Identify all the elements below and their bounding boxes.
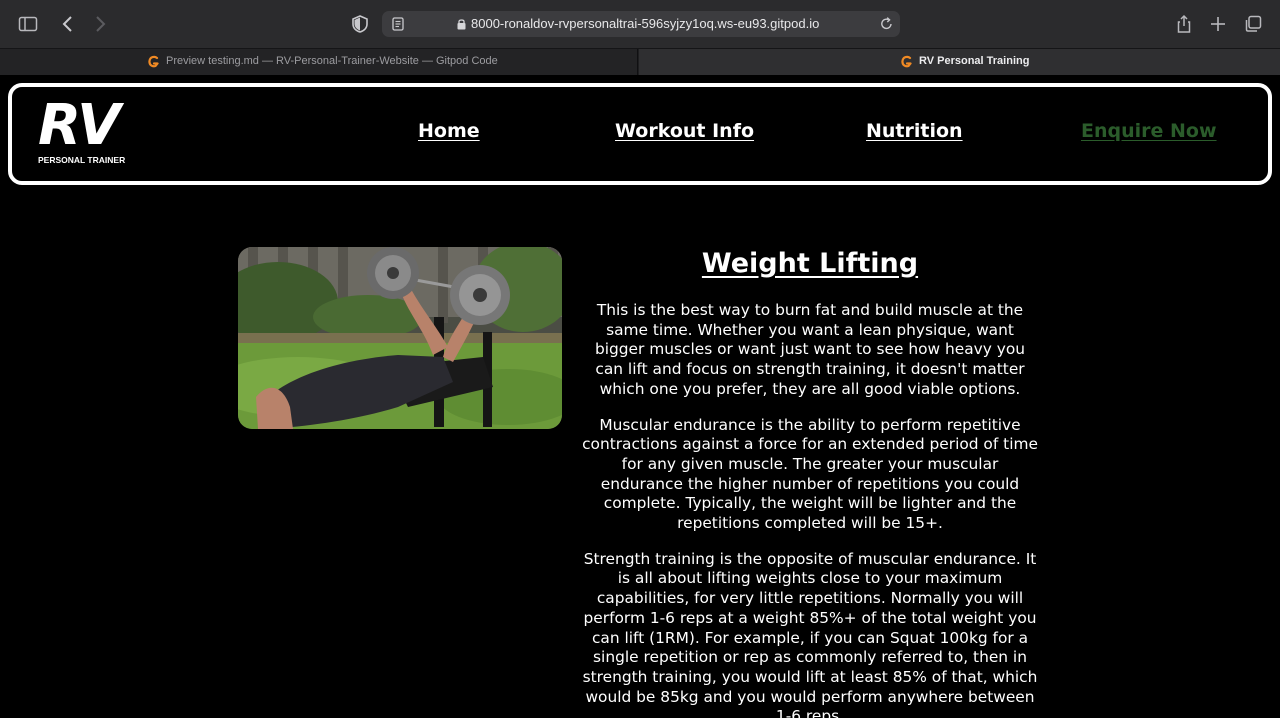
new-tab-icon[interactable] <box>1208 14 1228 34</box>
nav-workout-info-link[interactable]: Workout Info <box>615 120 754 142</box>
tab-gitpod-preview[interactable]: Preview testing.md — RV-Personal-Trainer… <box>0 49 638 75</box>
logo-subtitle: PERSONAL TRAINER <box>38 155 126 165</box>
forward-icon[interactable] <box>90 14 110 34</box>
address-bar[interactable]: 8000-ronaldov-rvpersonaltrai-596syjzy1oq… <box>382 11 900 37</box>
weight-lifting-section: Weight Lifting This is the best way to b… <box>578 246 1042 718</box>
gitpod-favicon-icon <box>148 55 159 68</box>
bench-press-photo <box>238 247 562 429</box>
tab-label: RV Personal Training <box>919 55 1030 67</box>
section-title: Weight Lifting <box>701 248 919 279</box>
logo-mark: RV <box>38 93 120 158</box>
share-icon[interactable] <box>1174 14 1194 34</box>
nav-enquire-now-link[interactable]: Enquire Now <box>1081 120 1217 142</box>
nav-nutrition-link[interactable]: Nutrition <box>866 120 963 142</box>
endurance-paragraph: Muscular endurance is the ability to per… <box>582 415 1038 533</box>
site-logo[interactable]: RV PERSONAL TRAINER <box>38 93 130 169</box>
intro-paragraph: This is the best way to burn fat and bui… <box>594 301 1026 398</box>
browser-toolbar: 8000-ronaldov-rvpersonaltrai-596syjzy1oq… <box>0 0 1280 48</box>
tab-rv-personal-training[interactable]: RV Personal Training <box>639 49 1280 75</box>
lock-icon <box>457 19 466 30</box>
strength-paragraph: Strength training is the opposite of mus… <box>582 549 1038 718</box>
nav-home-link[interactable]: Home <box>418 120 480 142</box>
url-text: 8000-ronaldov-rvpersonaltrai-596syjzy1oq… <box>471 16 820 31</box>
tab-bar: Preview testing.md — RV-Personal-Trainer… <box>0 48 1280 75</box>
tab-overview-icon[interactable] <box>1243 14 1263 34</box>
reload-icon[interactable] <box>879 16 894 32</box>
sidebar-icon[interactable] <box>18 14 38 34</box>
privacy-shield-icon[interactable] <box>350 14 370 34</box>
reader-icon[interactable] <box>390 16 406 32</box>
tab-label: Preview testing.md — RV-Personal-Trainer… <box>166 55 498 67</box>
back-icon[interactable] <box>58 14 78 34</box>
gitpod-favicon-icon <box>901 55 912 68</box>
site-header: RV PERSONAL TRAINER Home Workout Info Nu… <box>8 83 1272 185</box>
